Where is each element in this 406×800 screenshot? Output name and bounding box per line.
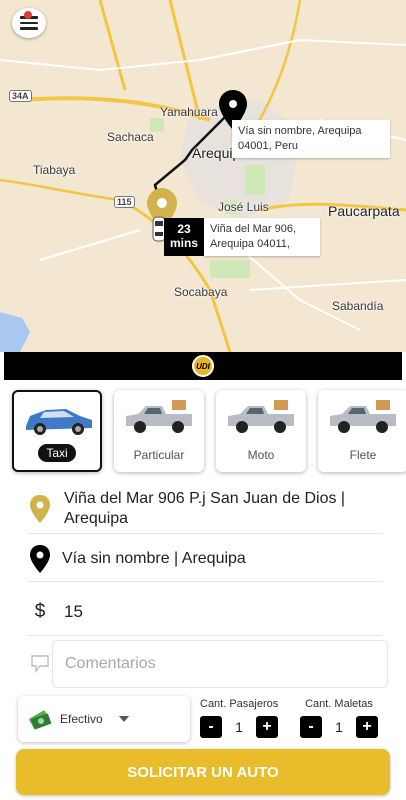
destination-info-text: Vía sin nombre, Arequipa 04001, Peru [238,125,362,152]
destination-marker-icon [30,544,50,573]
destination-address-text: Vía sin nombre | Arequipa [62,549,246,567]
comments-input[interactable]: Comentarios [52,640,388,688]
vehicle-label-moto: Moto [247,448,275,462]
destination-info-box: Vía sin nombre, Arequipa 04001, Peru [232,120,390,158]
moto-truck-icon [228,400,294,433]
passengers-increment-button[interactable]: + [256,716,278,738]
brand-logo: UDI [192,355,214,377]
map-label-socabaya: Socabaya [174,285,228,299]
vehicle-selector: Taxi Particular Moto Flete [12,390,406,472]
comment-icon [31,655,49,673]
chevron-down-icon [118,716,129,722]
origin-address-row[interactable]: Viña del Mar 906 P.j San Juan de Dios | … [28,484,382,534]
eta-badge: 23 mins [164,218,204,256]
map-label-tiabaya: Tiabaya [33,163,76,177]
passengers-decrement-button[interactable]: - [200,716,222,738]
luggage-decrement-button[interactable]: - [300,716,322,738]
map-label-sachaca: Sachaca [107,130,154,144]
origin-info-box: Viña del Mar 906, Arequipa 04011, [204,218,320,256]
pickup-truck-icon [126,400,192,433]
map-label-yanahuara: Yanahuara [160,105,218,119]
eta-value: 23 [177,222,191,236]
origin-marker-icon [30,494,50,523]
cash-icon [29,710,52,730]
taxi-car-icon [26,409,92,435]
currency-sign: $ [34,600,46,622]
map-label-sabandia: Sabandía [332,299,384,313]
route-shield-34a: 34A [9,90,32,102]
brand-logo-text: UDI [196,361,210,371]
freight-truck-icon [330,400,396,433]
fare-row[interactable]: $ 15 [28,588,382,636]
map-label-jose-luis: José Luis [218,200,269,214]
origin-address-text: Viña del Mar 906 P.j San Juan de Dios | … [64,489,346,527]
luggage-counter: Cant. Maletas - 1 + [300,698,378,738]
passengers-label: Cant. Pasajeros [200,698,279,710]
payment-method-label: Efectivo [60,712,103,726]
vehicle-option-moto[interactable]: Moto [216,390,306,472]
vehicle-label-particular: Particular [133,448,185,462]
route-shield-115: 115 [114,196,135,208]
luggage-value: 1 [335,719,343,735]
vehicle-option-flete[interactable]: Flete [318,390,406,472]
luggage-label: Cant. Maletas [305,698,373,710]
notification-dot [24,11,32,19]
vehicle-option-particular[interactable]: Particular [114,390,204,472]
map-view[interactable]: 34A 115 Yanahuara Sachaca Tiabaya Arequi… [0,0,406,352]
brand-bar: UDI [4,352,402,380]
request-car-button[interactable]: SOLICITAR UN AUTO [16,749,390,795]
destination-address-row[interactable]: Vía sin nombre | Arequipa [28,536,382,582]
vehicle-label-flete: Flete [349,448,377,462]
booking-panel: UDI Taxi Particular Moto Flete Viña del … [4,352,406,800]
eta-unit: mins [169,236,198,250]
vehicle-option-taxi[interactable]: Taxi [12,390,102,472]
passengers-counter: Cant. Pasajeros - 1 + [200,698,278,738]
origin-info-text: Viña del Mar 906, Arequipa 04011, [210,223,297,250]
payment-method-select[interactable]: Efectivo [18,696,190,742]
passengers-value: 1 [235,719,243,735]
fare-value[interactable]: 15 [64,602,83,622]
comments-placeholder: Comentarios [65,655,156,672]
luggage-increment-button[interactable]: + [356,716,378,738]
vehicle-label-taxi: Taxi [38,444,76,462]
map-label-paucarpata: Paucarpata [328,203,400,219]
